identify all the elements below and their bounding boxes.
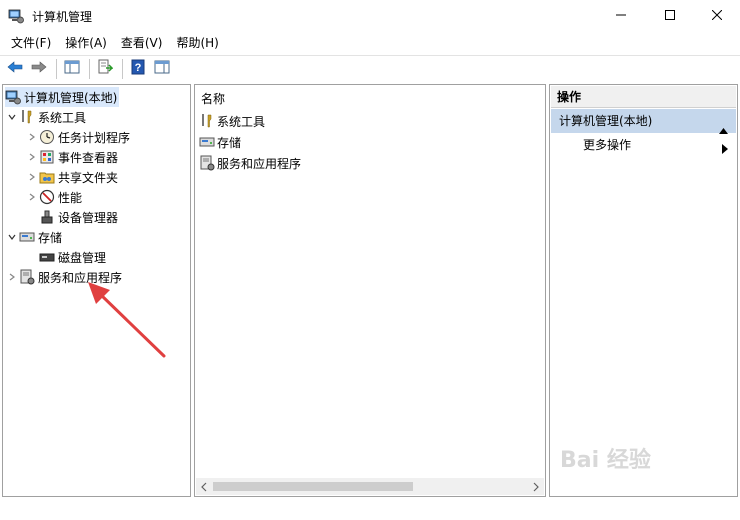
window-title: 计算机管理 — [32, 10, 93, 24]
watermark: Bai 经验 — [560, 448, 651, 473]
shared-folder-icon — [39, 169, 55, 185]
tools-icon — [19, 109, 35, 125]
tree-item-label: 性能 — [58, 190, 83, 205]
help-icon: ? — [130, 59, 146, 78]
tree-item-storage[interactable]: 存储 — [5, 227, 62, 247]
chevron-down-icon[interactable] — [5, 227, 19, 247]
scroll-left-icon[interactable] — [200, 481, 208, 495]
tools-icon — [199, 113, 215, 129]
scrollbar-thumb[interactable] — [213, 482, 413, 491]
chevron-right-icon[interactable] — [25, 187, 39, 207]
annotation-arrow — [88, 282, 166, 358]
chevron-right-icon[interactable] — [25, 167, 39, 187]
tree-item-label: 共享文件夹 — [58, 170, 119, 185]
list-item-services-and-applications[interactable]: 服务和应用程序 — [199, 153, 301, 173]
back-button[interactable] — [4, 58, 26, 80]
tree-item-shared-folders[interactable]: 共享文件夹 — [25, 167, 118, 187]
back-arrow-icon — [7, 59, 23, 78]
toolbar-separator — [122, 58, 123, 79]
menu-file[interactable]: 文件(F) — [4, 33, 58, 53]
minimize-button[interactable] — [598, 0, 644, 30]
tree-item-label: 设备管理器 — [58, 210, 119, 225]
tree-item-task-scheduler[interactable]: 任务计划程序 — [25, 127, 130, 147]
title-bar: 计算机管理 — [0, 0, 740, 32]
tree-item-label: 磁盘管理 — [58, 250, 107, 265]
list-item-system-tools[interactable]: 系统工具 — [199, 111, 265, 131]
tree-item-label: 系统工具 — [38, 110, 87, 125]
list-view-pane: 名称 系统工具 存储 服务和应用程序 — [194, 84, 546, 497]
horizontal-scrollbar[interactable] — [196, 478, 544, 495]
list-item-label: 存储 — [217, 135, 242, 150]
tree-item-disk-management[interactable]: 磁盘管理 — [39, 247, 106, 267]
tree-item-performance[interactable]: 性能 — [25, 187, 82, 207]
maximize-button[interactable] — [647, 0, 693, 30]
menu-action[interactable]: 操作(A) — [58, 33, 114, 53]
storage-icon — [199, 134, 215, 150]
export-list-button[interactable] — [94, 58, 116, 80]
services-icon — [199, 155, 215, 171]
tree-item-event-viewer[interactable]: 事件查看器 — [25, 147, 118, 167]
actions-section-label: 计算机管理(本地) — [559, 114, 653, 128]
column-header-name[interactable]: 名称 — [197, 88, 225, 110]
close-button[interactable] — [694, 0, 740, 30]
actions-section-computer-management[interactable]: 计算机管理(本地) — [551, 109, 736, 134]
minimize-icon — [616, 10, 626, 20]
show-hide-console-tree-icon — [64, 59, 80, 78]
submenu-right-icon — [722, 140, 728, 160]
help-button[interactable]: ? — [127, 58, 149, 80]
list-item-label: 服务和应用程序 — [217, 156, 302, 171]
forward-button[interactable] — [28, 58, 50, 80]
computer-management-icon — [5, 89, 21, 105]
toolbar-separator — [89, 58, 90, 79]
storage-icon — [19, 229, 35, 245]
more-actions-item[interactable]: 更多操作 — [551, 135, 736, 155]
toolbar: ? — [0, 55, 740, 81]
maximize-icon — [665, 10, 675, 20]
menu-help[interactable]: 帮助(H) — [169, 33, 225, 53]
computer-management-icon — [8, 8, 24, 24]
list-item-storage[interactable]: 存储 — [199, 132, 241, 152]
show-hide-action-pane-icon — [154, 59, 170, 78]
show-hide-console-tree-button[interactable] — [61, 58, 83, 80]
list-item-label: 系统工具 — [217, 114, 266, 129]
menu-bar: 文件(F) 操作(A) 查看(V) 帮助(H) — [0, 32, 740, 54]
menu-view[interactable]: 查看(V) — [114, 33, 170, 53]
svg-text:?: ? — [135, 62, 142, 74]
tree-item-device-manager[interactable]: 设备管理器 — [39, 207, 118, 227]
show-hide-action-pane-button[interactable] — [151, 58, 173, 80]
actions-header: 操作 — [551, 86, 736, 108]
chevron-right-icon[interactable] — [25, 127, 39, 147]
disk-management-icon — [39, 249, 55, 265]
close-icon — [712, 10, 722, 20]
forward-arrow-icon — [31, 59, 47, 78]
tree-item-computer-management[interactable]: 计算机管理(本地) — [5, 87, 120, 107]
tree-item-label: 事件查看器 — [58, 150, 119, 165]
event-viewer-icon — [39, 149, 55, 165]
chevron-right-icon[interactable] — [5, 267, 19, 287]
device-manager-icon — [39, 209, 55, 225]
toolbar-separator — [56, 58, 57, 79]
clock-icon — [39, 129, 55, 145]
actions-pane: 操作 计算机管理(本地) 更多操作 — [549, 84, 738, 497]
performance-icon — [39, 189, 55, 205]
tree-item-system-tools[interactable]: 系统工具 — [5, 107, 86, 127]
tree-item-label: 存储 — [38, 230, 63, 245]
tree-item-label: 任务计划程序 — [58, 130, 131, 145]
export-list-icon — [97, 59, 114, 78]
tree-item-label: 计算机管理(本地) — [24, 90, 118, 105]
scroll-right-icon[interactable] — [532, 481, 540, 495]
chevron-down-icon[interactable] — [5, 107, 19, 127]
services-icon — [19, 269, 35, 285]
more-actions-label: 更多操作 — [583, 138, 632, 152]
chevron-right-icon[interactable] — [25, 147, 39, 167]
